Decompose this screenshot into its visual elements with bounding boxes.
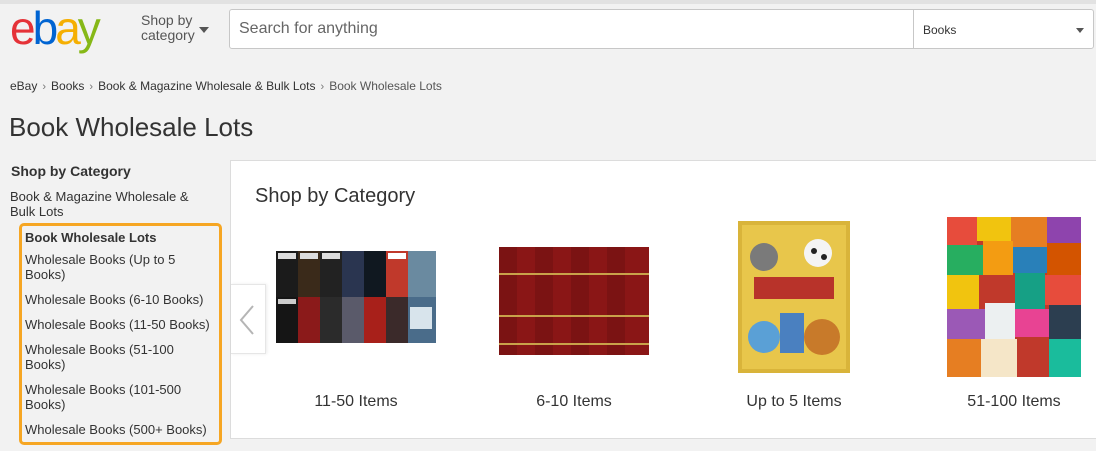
shop-by-label-line2: category	[141, 27, 195, 43]
card-image	[947, 217, 1096, 377]
sidebar-item-up-to-5[interactable]: Wholesale Books (Up to 5 Books)	[25, 252, 175, 282]
chevron-down-icon	[199, 27, 209, 33]
sidebar-item-label: Wholesale Books (6-10 Books)	[25, 292, 204, 307]
sidebar-item-51-100[interactable]: Wholesale Books (51-100 Books)	[25, 342, 174, 372]
sidebar-item-label: Wholesale Books (101-500	[25, 382, 182, 397]
sidebar-item-book-magazine-lots[interactable]: Book & Magazine Wholesale & Bulk Lots	[10, 189, 210, 219]
search-input[interactable]	[230, 10, 912, 48]
breadcrumb-books[interactable]: Books	[51, 79, 84, 93]
card-label: 51-100 Items	[967, 393, 1061, 410]
card-image	[495, 217, 655, 377]
chevron-down-icon	[1076, 28, 1084, 33]
sidebar-item-label: Wholesale Books (500+ Books)	[25, 422, 207, 437]
sidebar-item-current: Book Wholesale Lots	[25, 230, 157, 245]
breadcrumb-current: Book Wholesale Lots	[329, 79, 442, 93]
shop-by-category-panel: Shop by Category 11-50 Items 6-10 Items …	[230, 160, 1096, 439]
ebay-logo[interactable]: ebay	[10, 6, 128, 54]
category-select-value: Books	[923, 23, 957, 37]
breadcrumb-ebay[interactable]: eBay	[10, 79, 37, 93]
sidebar-item-label: Wholesale Books (11-50 Books)	[25, 317, 210, 332]
breadcrumb-separator-icon: ›	[320, 81, 325, 93]
sidebar-item-label: Wholesale Books (Up to 5	[25, 252, 176, 267]
card-label: Up to 5 Items	[746, 393, 842, 410]
breadcrumb: eBay › Books › Book & Magazine Wholesale & B…	[10, 79, 442, 93]
breadcrumb-book-magazine-lots[interactable]: Book & Magazine Wholesale & Bulk Lots	[98, 79, 315, 93]
breadcrumb-separator-icon: ›	[42, 81, 47, 93]
sidebar-heading: Shop by Category	[11, 163, 131, 179]
shop-by-category-button[interactable]: Shop by category	[141, 12, 209, 43]
sidebar-item-500-plus[interactable]: Wholesale Books (500+ Books)	[25, 422, 207, 437]
page-title: Book Wholesale Lots	[9, 112, 254, 142]
shop-by-label-line1: Shop by	[141, 12, 193, 28]
category-card-6-10[interactable]: 6-10 Items	[464, 217, 684, 417]
search-bar: Books	[229, 9, 1094, 49]
sidebar-item-label: Books)	[25, 267, 66, 282]
card-image	[714, 217, 874, 377]
top-border	[0, 0, 1096, 4]
sidebar-parent-label-line2: Bulk Lots	[10, 204, 64, 219]
category-card-up-to-5[interactable]: Up to 5 Items	[684, 217, 904, 417]
sidebar-item-11-50[interactable]: Wholesale Books (11-50 Books)	[25, 317, 210, 332]
sidebar-item-101-500[interactable]: Wholesale Books (101-500 Books)	[25, 382, 181, 412]
card-label: 11-50 Items	[314, 393, 398, 410]
card-label: 6-10 Items	[536, 393, 612, 410]
category-card-51-100[interactable]: 51-100 Items	[904, 217, 1096, 417]
sidebar-item-6-10[interactable]: Wholesale Books (6-10 Books)	[25, 292, 203, 307]
category-select[interactable]: Books	[913, 10, 1094, 48]
category-card-11-50[interactable]: 11-50 Items	[246, 217, 466, 417]
panel-title: Shop by Category	[255, 185, 416, 207]
card-image	[276, 217, 436, 377]
breadcrumb-separator-icon: ›	[89, 81, 94, 93]
sidebar-item-label: Books)	[25, 357, 66, 372]
sidebar-parent-label-line1: Book & Magazine Wholesale &	[10, 189, 189, 204]
svg-text:ebay: ebay	[10, 6, 101, 54]
sidebar-item-label: Wholesale Books (51-100	[25, 342, 174, 357]
sidebar-item-label: Books)	[25, 397, 66, 412]
